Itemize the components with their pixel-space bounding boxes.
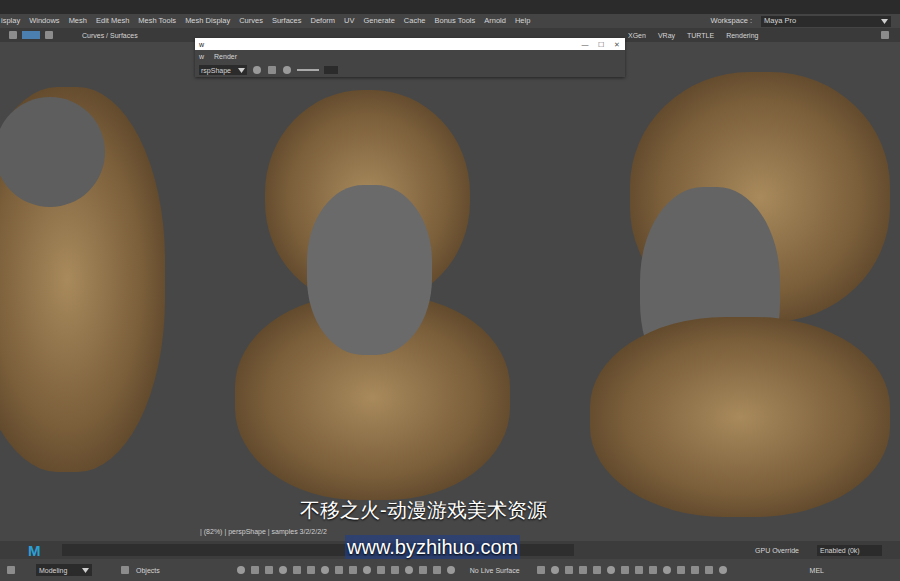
dropdown-arrow-icon (238, 68, 245, 73)
render-tool-icon[interactable] (704, 565, 714, 575)
window-control[interactable]: — (577, 41, 593, 48)
snapshot-icon[interactable] (267, 65, 277, 75)
toolbar: Modeling Objects No Live Surface MEL (0, 559, 900, 581)
dropdown-arrow-icon (881, 19, 888, 24)
render-tool-icon[interactable] (578, 565, 588, 575)
menu-item[interactable]: Mesh Tools (138, 17, 176, 25)
menu-bar: isplay Windows Mesh Edit Mesh Mesh Tools Mesh… (0, 14, 900, 28)
window-control[interactable]: ✕ (609, 41, 625, 48)
workspace-label: Workspace : (710, 17, 752, 25)
tool-icon[interactable] (418, 565, 428, 575)
window-control[interactable]: ☐ (593, 41, 609, 48)
shelf-tab[interactable]: Rendering (726, 32, 758, 39)
menu-item[interactable]: Cache (404, 17, 426, 25)
tool-icon[interactable] (320, 565, 330, 575)
gpu-override-label: GPU Override (755, 547, 799, 554)
mode-dropdown[interactable]: Modeling (36, 564, 92, 576)
title-strip (0, 0, 900, 14)
tool-icon[interactable] (432, 565, 442, 575)
menu-item[interactable]: Surfaces (272, 17, 302, 25)
render-tool-icon[interactable] (662, 565, 672, 575)
workspace-dropdown[interactable]: Maya Pro (761, 16, 891, 27)
render-tool-icon[interactable] (620, 565, 630, 575)
region-icon[interactable] (252, 65, 262, 75)
menu-item[interactable]: Deform (311, 17, 336, 25)
render-tool-icon[interactable] (676, 565, 686, 575)
render-side (590, 72, 895, 512)
camera-dropdown[interactable]: rspShape (199, 65, 247, 75)
window-toolbar: rspShape (195, 63, 625, 77)
shelf-tab[interactable]: VRay (658, 32, 675, 39)
shelf-scroll-icon[interactable] (880, 30, 890, 40)
window-menu-bar: w Render (195, 50, 625, 63)
render-status: | (82%) | perspShape | samples 3/2/2/2/2 (200, 528, 327, 535)
tool-icon[interactable] (264, 565, 274, 575)
script-language[interactable]: MEL (810, 567, 824, 574)
window-title-bar[interactable]: w —☐✕ (195, 38, 625, 50)
gpu-override-field[interactable]: Enabled (0k) (817, 545, 882, 556)
tool-icon[interactable] (250, 565, 260, 575)
tool-icon[interactable] (404, 565, 414, 575)
menu-item[interactable]: Curves (239, 17, 263, 25)
tool-icon[interactable] (376, 565, 386, 575)
menu-icon[interactable] (6, 565, 16, 575)
render-tool-icon[interactable] (536, 565, 546, 575)
render-tool-icon[interactable] (690, 565, 700, 575)
tool-icon[interactable] (362, 565, 372, 575)
shelf-button[interactable] (22, 31, 40, 39)
menu-item[interactable]: Windows (29, 17, 59, 25)
tool-icon[interactable] (446, 565, 456, 575)
watermark-title: 不移之火-动漫游戏美术资源 (300, 498, 547, 522)
menu-item[interactable]: Mesh Display (185, 17, 230, 25)
tool-icon[interactable] (348, 565, 358, 575)
maya-logo: M (28, 543, 48, 558)
window-title: w (199, 41, 204, 48)
maya-app: isplay Windows Mesh Edit Mesh Mesh Tools Mesh… (0, 0, 900, 581)
selection-mode[interactable]: Objects (136, 567, 160, 574)
render-view-window[interactable]: w —☐✕ w Render rspShape (195, 38, 625, 77)
menu-item[interactable]: Help (515, 17, 530, 25)
shelf-menu-icon[interactable] (8, 30, 18, 40)
shelf-settings-icon[interactable] (44, 30, 54, 40)
render-tool-icon[interactable] (648, 565, 658, 575)
menu-item[interactable]: Edit Mesh (96, 17, 129, 25)
render-left (0, 87, 165, 472)
render-front (235, 90, 510, 505)
shelf-tab[interactable]: XGen (628, 32, 646, 39)
window-menu-item[interactable]: w (199, 53, 204, 60)
tool-icon[interactable] (306, 565, 316, 575)
exposure-field[interactable] (324, 66, 338, 74)
menu-item[interactable]: Bonus Tools (435, 17, 476, 25)
menu-item[interactable]: Generate (364, 17, 395, 25)
tool-icon[interactable] (292, 565, 302, 575)
render-tool-icon[interactable] (718, 565, 728, 575)
render-tool-icon[interactable] (606, 565, 616, 575)
exposure-slider[interactable] (297, 69, 319, 71)
tool-icon[interactable] (278, 565, 288, 575)
watermark-url: www.byzhihuo.com (345, 535, 520, 559)
tool-icon[interactable] (390, 565, 400, 575)
render-tool-icon[interactable] (550, 565, 560, 575)
tool-icon[interactable] (236, 565, 246, 575)
menu-item[interactable]: UV (344, 17, 354, 25)
selection-icon[interactable] (120, 565, 130, 575)
render-tool-icon[interactable] (564, 565, 574, 575)
viewport[interactable]: | (82%) | perspShape | samples 3/2/2/2/2 (0, 42, 900, 541)
settings-icon[interactable] (282, 65, 292, 75)
menu-item[interactable]: isplay (1, 17, 20, 25)
render-tool-icon[interactable] (592, 565, 602, 575)
live-surface[interactable]: No Live Surface (470, 567, 520, 574)
menu-item[interactable]: Arnold (484, 17, 506, 25)
shelf-tab[interactable]: Curves / Surfaces (82, 32, 138, 39)
render-tool-icon[interactable] (634, 565, 644, 575)
tool-icon[interactable] (334, 565, 344, 575)
window-menu-item[interactable]: Render (214, 53, 237, 60)
dropdown-arrow-icon (82, 568, 89, 573)
menu-item[interactable]: Mesh (69, 17, 87, 25)
shelf-tab[interactable]: TURTLE (687, 32, 714, 39)
